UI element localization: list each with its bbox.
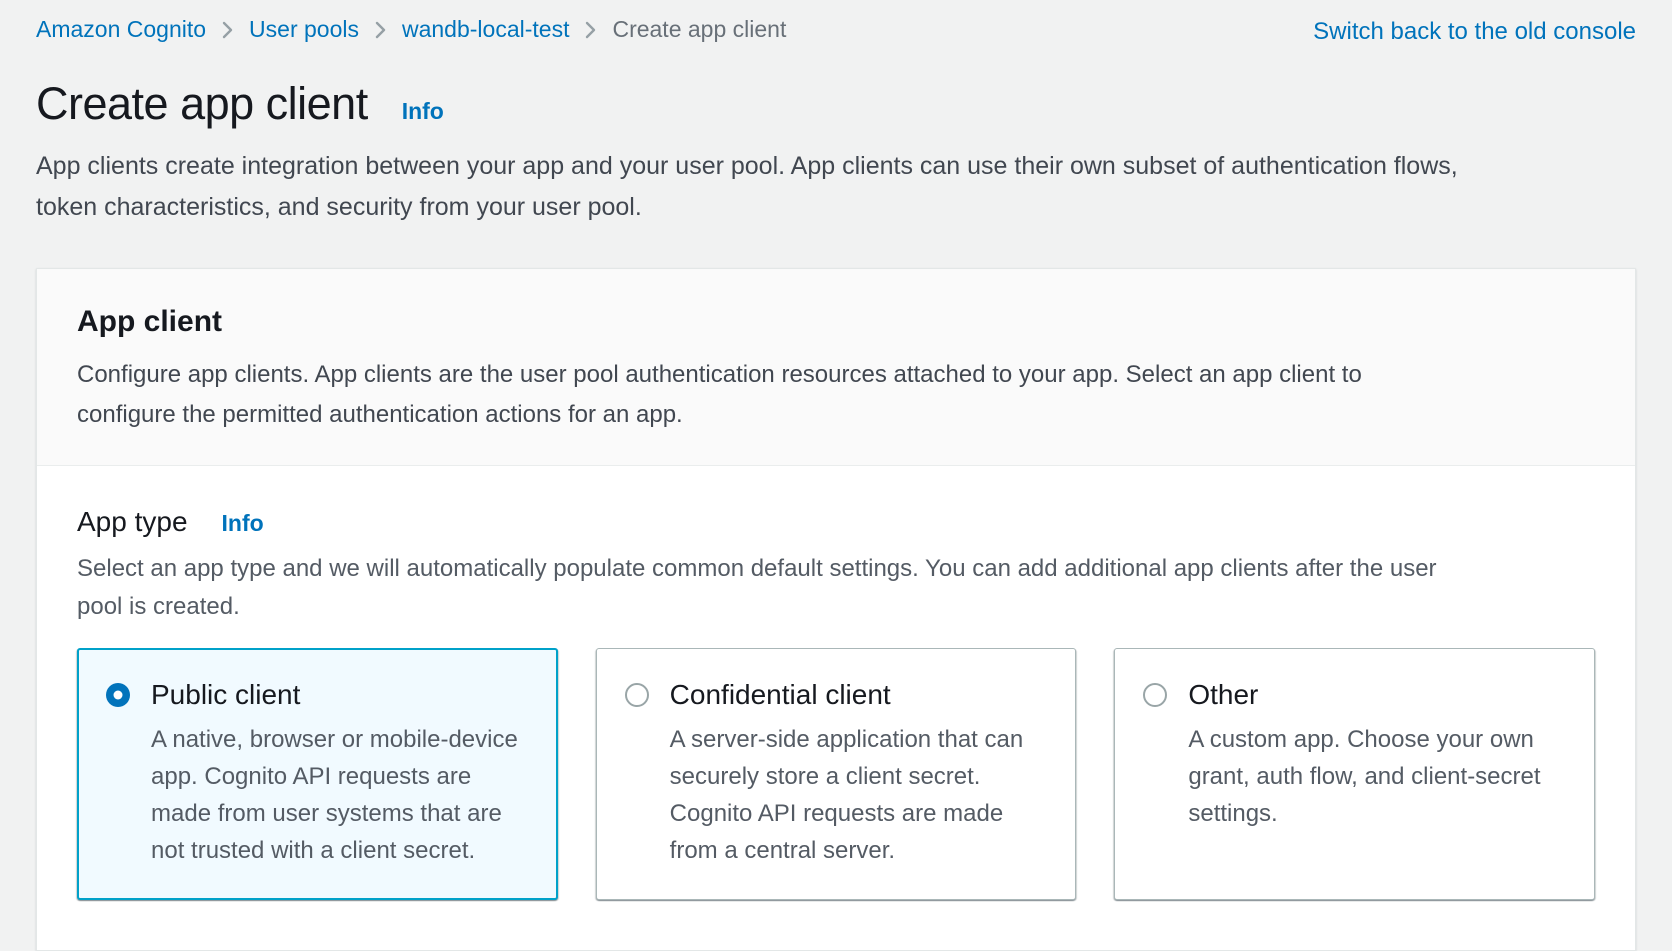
breadcrumb-link-user-pool-name[interactable]: wandb-local-test: [402, 16, 569, 43]
breadcrumb-link-user-pools[interactable]: User pools: [249, 16, 359, 43]
app-type-description: Select an app type and we will automatic…: [77, 550, 1477, 626]
breadcrumb-current-page: Create app client: [612, 16, 786, 43]
breadcrumb: Amazon Cognito User pools wandb-local-te…: [36, 16, 786, 43]
topbar: Amazon Cognito User pools wandb-local-te…: [36, 0, 1636, 46]
public-client-radio[interactable]: [106, 683, 130, 707]
page-description: App clients create integration between y…: [36, 146, 1501, 228]
app-client-panel-header: App client Configure app clients. App cl…: [37, 269, 1635, 466]
app-type-option-confidential-client[interactable]: Confidential client A server-side applic…: [596, 648, 1077, 900]
confidential-client-description: A server-side application that can secur…: [670, 721, 1040, 869]
app-type-option-public-client[interactable]: Public client A native, browser or mobil…: [77, 648, 558, 900]
confidential-client-title: Confidential client: [670, 679, 891, 711]
panel-description: Configure app clients. App clients are t…: [77, 355, 1467, 435]
option-header: Public client: [106, 679, 529, 711]
switch-old-console-link[interactable]: Switch back to the old console: [1313, 16, 1636, 46]
breadcrumb-link-amazon-cognito[interactable]: Amazon Cognito: [36, 16, 206, 43]
app-type-label: App type: [77, 506, 188, 538]
app-type-options: Public client A native, browser or mobil…: [77, 648, 1595, 900]
app-client-panel-body: App type Info Select an app type and we …: [37, 466, 1635, 950]
page-title-row: Create app client Info: [36, 78, 1636, 130]
app-type-info-link[interactable]: Info: [222, 510, 264, 537]
app-client-panel: App client Configure app clients. App cl…: [36, 268, 1636, 951]
option-header: Confidential client: [625, 679, 1048, 711]
other-description: A custom app. Choose your own grant, aut…: [1188, 721, 1558, 832]
chevron-right-icon: [373, 18, 388, 42]
cognito-create-app-client-page: Amazon Cognito User pools wandb-local-te…: [0, 0, 1672, 946]
chevron-right-icon: [220, 18, 235, 42]
confidential-client-radio[interactable]: [625, 683, 649, 707]
public-client-title: Public client: [151, 679, 300, 711]
app-type-option-other[interactable]: Other A custom app. Choose your own gran…: [1114, 648, 1595, 900]
page-title: Create app client: [36, 78, 368, 130]
page-title-info-link[interactable]: Info: [402, 98, 444, 125]
public-client-description: A native, browser or mobile-device app. …: [151, 721, 521, 869]
other-radio[interactable]: [1143, 683, 1167, 707]
panel-title: App client: [77, 305, 1595, 339]
chevron-right-icon: [583, 18, 598, 42]
option-header: Other: [1143, 679, 1566, 711]
other-title: Other: [1188, 679, 1258, 711]
app-type-label-row: App type Info: [77, 506, 1595, 538]
